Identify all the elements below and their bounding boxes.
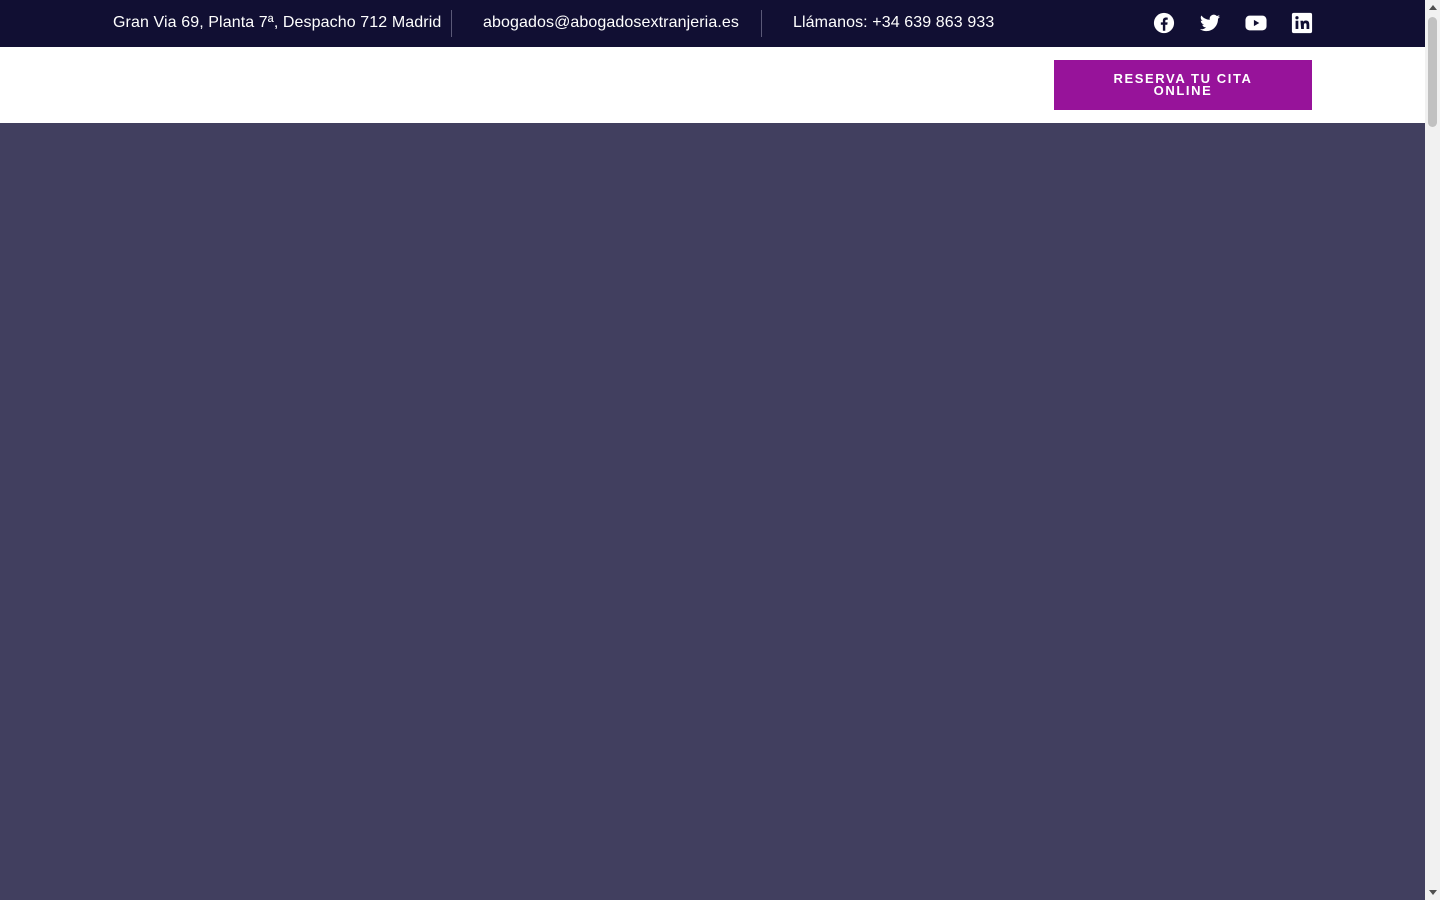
book-appointment-button[interactable]: RESERVA TU CITA ONLINE bbox=[1054, 60, 1312, 110]
youtube-icon[interactable] bbox=[1245, 12, 1267, 34]
hero-section bbox=[0, 123, 1425, 900]
scroll-down-arrow-icon[interactable] bbox=[1425, 885, 1440, 900]
top-info-bar: Gran Via 69, Planta 7ª, Despacho 712 Mad… bbox=[0, 0, 1425, 47]
facebook-icon[interactable] bbox=[1153, 12, 1175, 34]
divider bbox=[451, 10, 452, 37]
scroll-up-arrow-icon[interactable] bbox=[1425, 0, 1440, 15]
page: Gran Via 69, Planta 7ª, Despacho 712 Mad… bbox=[0, 0, 1425, 900]
scrollbar-thumb[interactable] bbox=[1428, 17, 1437, 127]
phone-link[interactable]: Llámanos: +34 639 863 933 bbox=[793, 14, 994, 32]
linkedin-icon[interactable] bbox=[1291, 12, 1313, 34]
divider bbox=[761, 10, 762, 37]
vertical-scrollbar[interactable] bbox=[1425, 0, 1440, 900]
twitter-icon[interactable] bbox=[1199, 12, 1221, 34]
social-links bbox=[1153, 12, 1313, 34]
address-text: Gran Via 69, Planta 7ª, Despacho 712 Mad… bbox=[113, 14, 442, 31]
site-header: RESERVA TU CITA ONLINE bbox=[0, 47, 1425, 123]
email-link[interactable]: abogados@abogadosextranjeria.es bbox=[483, 14, 739, 32]
